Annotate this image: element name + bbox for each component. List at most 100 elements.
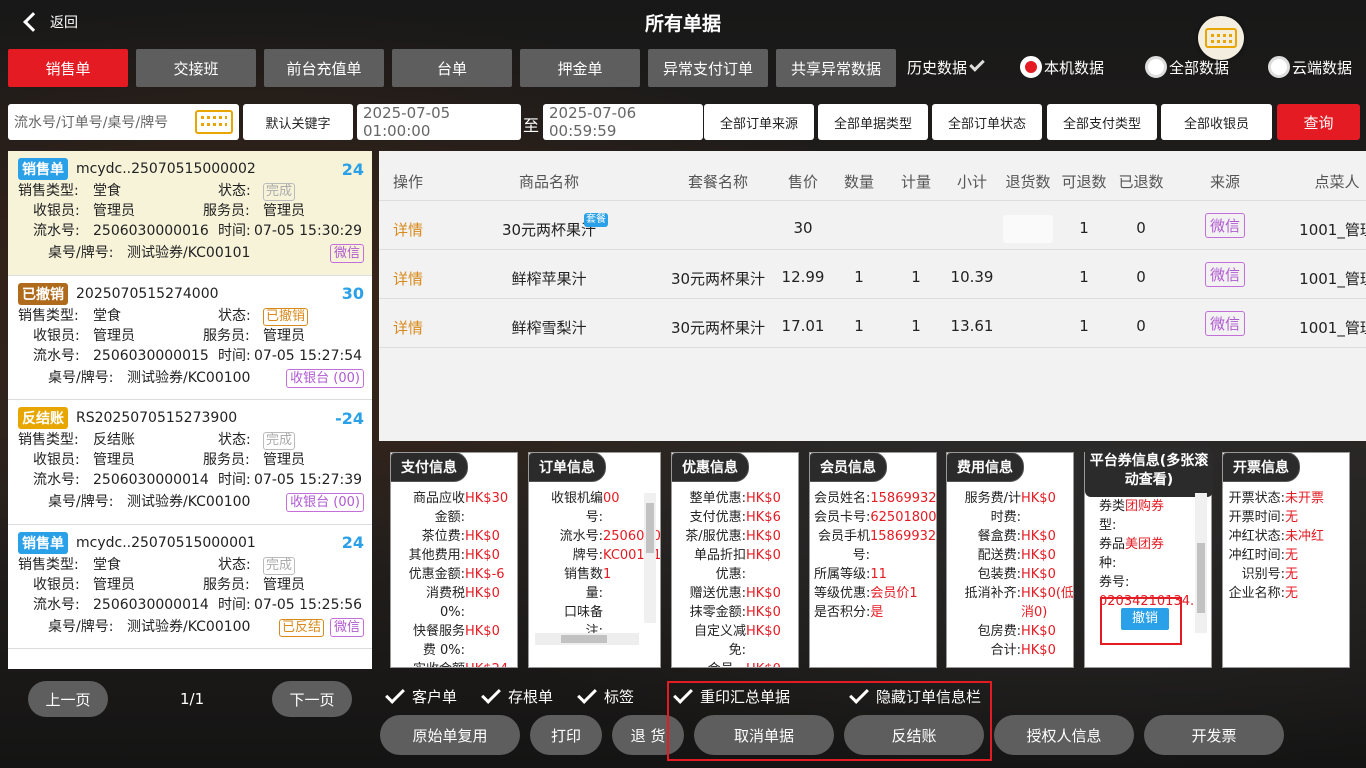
order-amount: -24	[335, 408, 364, 428]
tab-shared-abnormal[interactable]: 共享异常数据	[776, 49, 896, 87]
refunded-qty: 0	[1136, 317, 1146, 335]
col-subtotal: 小计	[956, 173, 988, 191]
checkbox-label: 标签	[604, 688, 635, 706]
info-value: 未开票	[1285, 491, 1325, 506]
info-value: HK$0	[746, 586, 781, 601]
info-label: 优惠金额:	[408, 567, 465, 582]
sale-type-value: 堂食	[93, 307, 121, 324]
date-from-input[interactable]: 2025-07-05 01:00:00	[357, 104, 521, 140]
query-button[interactable]: 查询	[1277, 104, 1360, 140]
page-title: 所有单据	[644, 13, 721, 35]
search-placeholder: 流水号/订单号/桌号/牌号	[14, 115, 169, 131]
info-value: HK$0	[746, 605, 781, 620]
order-type-badge: 反结账	[18, 407, 68, 429]
info-line: 抵消补齐:HK$0(低	[951, 584, 1073, 603]
table-row: 详情 30元两杯果汁套餐 30 1 0 微信 1001_管理	[379, 201, 1366, 250]
keyboard-icon[interactable]	[1198, 16, 1244, 60]
waiter-label: 服务员:	[203, 576, 250, 593]
info-line: 销售数1	[533, 565, 660, 584]
order-card[interactable]: 已撤销 2025070515274000 30 销售类型: 堂食 状态: 已撤销 收银员: 管理…	[8, 276, 372, 400]
radio-local-data[interactable]: 本机数据	[1020, 56, 1104, 78]
info-line: 号:	[814, 546, 936, 565]
scrollbar[interactable]	[1195, 493, 1207, 633]
tab-sales[interactable]: 销售单	[8, 49, 128, 87]
serial-value: 2506030000015	[93, 347, 209, 364]
label-checkbox[interactable]: 标签	[577, 683, 635, 707]
customer-copy-checkbox[interactable]: 客户单	[385, 683, 457, 707]
next-page-button[interactable]: 下一页	[272, 681, 352, 717]
tab-table[interactable]: 台单	[392, 49, 512, 87]
info-label: 抹零金额:	[689, 605, 746, 620]
serial-label: 流水号:	[33, 223, 80, 239]
table-value: 测试验券/KC00100	[127, 494, 251, 510]
unit: 1	[911, 317, 921, 335]
panel-title: 平台券信息(多张滚动查看)	[1085, 447, 1213, 497]
info-label: 优惠:	[715, 567, 746, 582]
search-input[interactable]: 流水号/订单号/桌号/牌号	[8, 104, 239, 140]
info-line: 茶/服优惠:HK$0	[676, 527, 781, 546]
order-status-select[interactable]: 全部订单状态	[932, 104, 1042, 140]
date-to-input[interactable]: 2025-07-06 00:59:59	[543, 104, 703, 140]
info-label: 识别号:	[1241, 567, 1285, 582]
info-label: 其他费用:	[408, 548, 465, 563]
tab-recharge[interactable]: 前台充值单	[264, 49, 384, 87]
order-source-select[interactable]: 全部订单来源	[704, 104, 814, 140]
authorizer-info-button[interactable]: 授权人信息	[994, 715, 1134, 755]
keyboard-icon[interactable]	[195, 110, 233, 134]
scrollbar[interactable]	[535, 633, 639, 645]
order-card[interactable]: 销售单 mcydc..25070515000001 24 销售类型: 堂食 状态: 完成 收银…	[8, 525, 372, 649]
history-data-toggle[interactable]: 历史数据	[907, 56, 985, 78]
info-line: 券号:	[1099, 573, 1202, 592]
prev-page-button[interactable]: 上一页	[28, 681, 108, 717]
col-source: 来源	[1209, 173, 1241, 191]
info-value: 15869932659	[870, 491, 937, 506]
orderer: 1001_管理	[1299, 221, 1366, 239]
pay-type-select[interactable]: 全部支付类型	[1047, 104, 1157, 140]
info-line: 量:	[533, 584, 660, 603]
scrollbar[interactable]	[644, 493, 656, 623]
tab-deposit[interactable]: 押金单	[520, 49, 640, 87]
detail-link[interactable]: 详情	[393, 268, 423, 289]
tab-abnormal-pay[interactable]: 异常支付订单	[648, 49, 768, 87]
order-card[interactable]: 销售单 mcydc..25070515000002 24 销售类型: 堂食 状态: 完成 收银…	[8, 151, 372, 276]
radio-cloud-data[interactable]: 云端数据	[1268, 56, 1352, 78]
info-line: 种:	[1099, 554, 1202, 573]
detail-link[interactable]: 详情	[393, 219, 423, 240]
time-value: 07-05 15:27:39	[254, 472, 363, 488]
info-line: 配送费:HK$0	[951, 546, 1073, 565]
info-value: 无	[1285, 548, 1299, 563]
info-value: HK$0	[1021, 548, 1056, 563]
reuse-order-button[interactable]: 原始单复用	[380, 715, 520, 755]
info-value: 消0)	[1021, 605, 1048, 620]
tab-shift[interactable]: 交接班	[136, 49, 256, 87]
serial-value: 2506030000014	[93, 472, 209, 488]
info-line: 号:	[533, 508, 660, 527]
info-label: 茶位费:	[421, 529, 465, 544]
cashier-select[interactable]: 全部收银员	[1161, 104, 1272, 140]
info-line: 整单优惠:HK$0	[676, 489, 781, 508]
info-line: 企业名称:无	[1227, 584, 1324, 603]
print-button[interactable]: 打印	[530, 715, 602, 755]
info-line: 商品应收HK$30	[395, 489, 508, 508]
return-qty-input[interactable]	[1003, 215, 1053, 243]
waiter-value: 管理员	[263, 452, 305, 468]
info-line: 其他费用:HK$0	[395, 546, 508, 565]
product-name: 鲜榨苹果汁	[511, 270, 587, 288]
order-card[interactable]: 反结账 RS2025070515273900 -24 销售类型: 反结账 状态: 完成 收银员…	[8, 400, 372, 525]
table-row: 详情 鲜榨苹果汁 30元两杯果汁 12.99 1 1 10.39 1 0 微信 1001_管理	[379, 250, 1366, 299]
info-line: 时费:	[951, 508, 1073, 527]
checkbox-label: 存根单	[508, 688, 554, 706]
radio-all-data[interactable]: 全部数据	[1145, 56, 1229, 78]
panel-title: 费用信息	[947, 453, 1024, 482]
info-value: 是	[870, 605, 884, 620]
detail-link[interactable]: 详情	[393, 317, 423, 338]
doc-type-select[interactable]: 全部单据类型	[818, 104, 928, 140]
info-line: 开票时间:无	[1227, 508, 1324, 527]
info-line: 抹零金额:HK$0	[676, 603, 781, 622]
info-label: 商品应收	[412, 491, 465, 506]
issue-invoice-button[interactable]: 开发票	[1144, 715, 1284, 755]
info-line: 会员姓名:15869932659	[814, 489, 937, 508]
order-list: 销售单 mcydc..25070515000002 24 销售类型: 堂食 状态: 完成 收银…	[8, 151, 372, 669]
stub-copy-checkbox[interactable]: 存根单	[481, 683, 554, 707]
keyword-select[interactable]: 默认关键字	[243, 104, 353, 140]
